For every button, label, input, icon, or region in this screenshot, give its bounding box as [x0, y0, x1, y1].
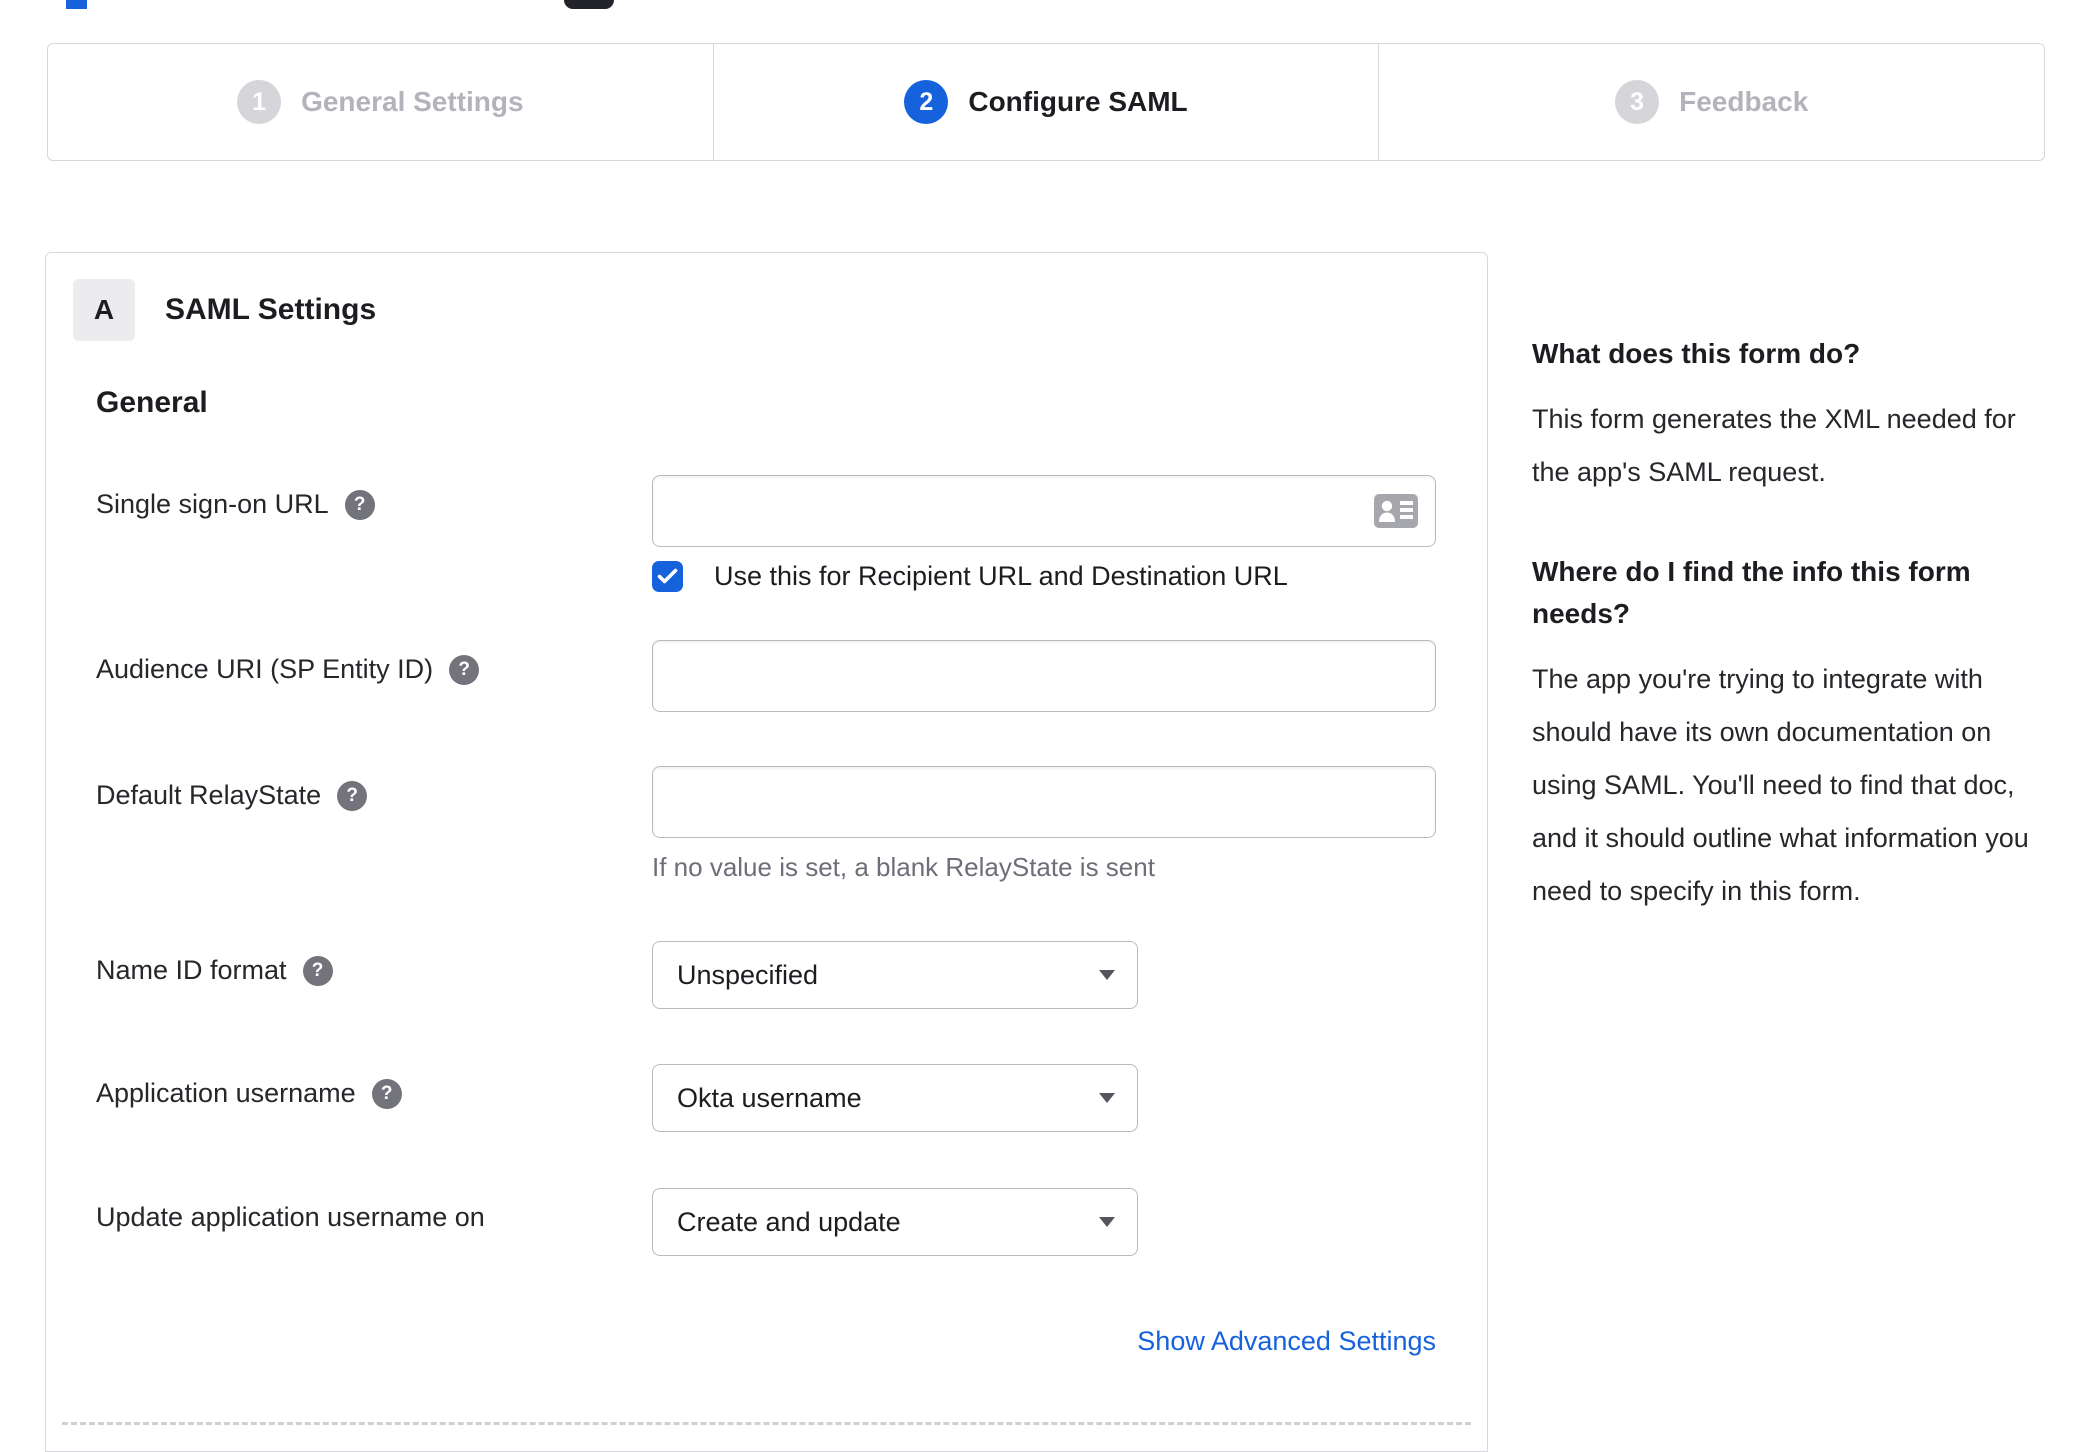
section-dashed-divider	[62, 1422, 1471, 1425]
default-relaystate-helper-text: If no value is set, a blank RelayState i…	[652, 852, 1155, 882]
general-group-heading: General	[96, 386, 208, 419]
help-heading: What does this form do?	[1532, 338, 1861, 369]
form-row-audience-uri: Audience URI (SP Entity ID) ?	[96, 640, 1436, 712]
step-feedback[interactable]: 3 Feedback	[1378, 44, 2044, 160]
form-row-update-application-username: Update application username on Create an…	[96, 1188, 1436, 1256]
step-general-settings[interactable]: 1 General Settings	[48, 44, 713, 160]
default-relaystate-label: Default RelayState	[96, 780, 322, 810]
step-label: Feedback	[1679, 86, 1809, 117]
caret-down-icon	[1099, 970, 1115, 980]
cropped-header-artifact-blue	[66, 0, 87, 9]
cropped-header-artifact-dark	[564, 0, 614, 9]
application-username-help-icon[interactable]: ?	[371, 1079, 402, 1109]
form-row-default-relaystate: Default RelayState ? If no value is set,…	[96, 766, 1436, 883]
help-heading: Where do I find the info this form needs…	[1532, 556, 1971, 629]
update-application-username-label: Update application username on	[96, 1202, 485, 1232]
application-username-selected-value: Okta username	[677, 1082, 862, 1113]
name-id-format-label: Name ID format	[96, 955, 287, 985]
step-number-badge: 2	[904, 80, 949, 124]
step-label: General Settings	[301, 86, 524, 117]
recipient-destination-checkbox[interactable]	[652, 561, 683, 592]
contact-card-icon[interactable]	[1374, 494, 1418, 528]
form-row-application-username: Application username ? Okta username	[96, 1064, 1436, 1132]
audience-uri-input[interactable]	[652, 640, 1436, 712]
wizard-stepper: 1 General Settings 2 Configure SAML 3 Fe…	[47, 43, 2045, 161]
help-body: The app you're trying to integrate with …	[1532, 664, 2029, 906]
help-section-what: What does this form do? This form genera…	[1532, 333, 2032, 499]
step-label: Configure SAML	[968, 86, 1188, 117]
name-id-format-select[interactable]: Unspecified	[652, 941, 1138, 1009]
update-application-username-selected-value: Create and update	[677, 1206, 901, 1237]
form-row-sso-url: Single sign-on URL ? Use this for Recipi…	[96, 475, 1436, 592]
audience-uri-label: Audience URI (SP Entity ID)	[96, 654, 434, 684]
step-number-badge: 3	[1615, 80, 1660, 124]
name-id-format-help-icon[interactable]: ?	[302, 956, 333, 986]
default-relaystate-input[interactable]	[652, 766, 1436, 838]
step-configure-saml[interactable]: 2 Configure SAML	[712, 44, 1379, 160]
sso-url-label: Single sign-on URL	[96, 489, 329, 519]
form-row-name-id-format: Name ID format ? Unspecified	[96, 941, 1436, 1009]
help-section-where: Where do I find the info this form needs…	[1532, 551, 2032, 918]
step-number-badge: 1	[237, 80, 282, 124]
panel-header: A SAML Settings	[73, 279, 1487, 341]
default-relaystate-help-icon[interactable]: ?	[337, 781, 368, 811]
section-a-badge: A	[73, 279, 135, 341]
name-id-format-selected-value: Unspecified	[677, 959, 819, 990]
check-icon	[657, 568, 678, 584]
saml-form: Single sign-on URL ? Use this for Recipi…	[96, 475, 1436, 1357]
application-username-select[interactable]: Okta username	[652, 1064, 1138, 1132]
help-body: This form generates the XML needed for t…	[1532, 404, 2016, 487]
audience-uri-help-icon[interactable]: ?	[449, 655, 480, 685]
saml-settings-panel: A SAML Settings General Single sign-on U…	[45, 252, 1488, 1452]
help-sidebar: What does this form do? This form genera…	[1532, 333, 2032, 918]
recipient-destination-checkbox-row: Use this for Recipient URL and Destinati…	[652, 561, 1436, 592]
caret-down-icon	[1099, 1093, 1115, 1103]
recipient-destination-checkbox-label: Use this for Recipient URL and Destinati…	[714, 561, 1288, 591]
update-application-username-select[interactable]: Create and update	[652, 1188, 1138, 1256]
sso-url-input[interactable]	[652, 475, 1436, 547]
caret-down-icon	[1099, 1217, 1115, 1227]
panel-title: SAML Settings	[165, 293, 377, 326]
sso-url-help-icon[interactable]: ?	[344, 490, 375, 520]
show-advanced-settings-link[interactable]: Show Advanced Settings	[1137, 1326, 1436, 1356]
application-username-label: Application username	[96, 1078, 356, 1108]
